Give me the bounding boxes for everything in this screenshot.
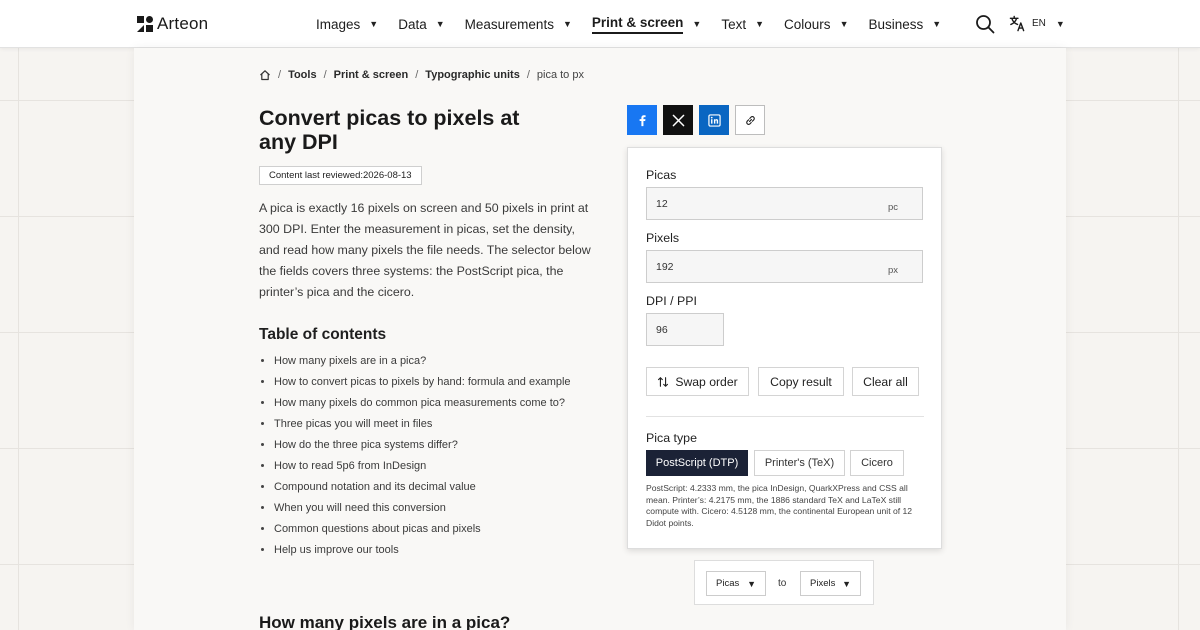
to-label: to: [778, 578, 787, 589]
linkedin-icon: [707, 113, 721, 127]
swap-order-button[interactable]: Swap order: [646, 367, 749, 396]
toc-item[interactable]: How to read 5p6 from InDesign: [259, 458, 571, 479]
share-x-button[interactable]: [663, 105, 693, 135]
share-linkedin-button[interactable]: [699, 105, 729, 135]
pixels-unit: px: [887, 265, 898, 276]
pica-type-printers[interactable]: Printer's (TeX): [754, 450, 845, 476]
copy-link-button[interactable]: [735, 105, 765, 135]
nav-item-text[interactable]: Text ▼: [721, 0, 764, 48]
dpi-value: 96: [656, 324, 668, 336]
picas-unit: pc: [887, 202, 898, 213]
pixels-input[interactable]: 192 px: [646, 250, 923, 283]
pica-type-postscript[interactable]: PostScript (DTP): [646, 450, 748, 476]
pica-type-note: PostScript: 4.2333 mm, the pica InDesign…: [646, 483, 913, 528]
swap-order-label: Swap order: [675, 374, 738, 389]
home-icon[interactable]: [259, 69, 271, 81]
nav-item-print-screen[interactable]: Print & screen ▼: [591, 0, 702, 48]
swap-vertical-icon: [658, 376, 669, 387]
facebook-icon: [639, 114, 646, 126]
reviewed-badge: Content last reviewed:2026-08-13: [259, 166, 422, 185]
toc-item[interactable]: Help us improve our tools: [259, 542, 571, 563]
arteon-logo-icon: [137, 16, 153, 32]
share-bar: [627, 105, 765, 135]
picas-value: 12: [656, 198, 668, 210]
clear-all-button[interactable]: Clear all: [852, 367, 919, 396]
to-unit-select[interactable]: Pixels ▼: [800, 571, 861, 596]
nav-label: Text: [721, 16, 747, 32]
toc-item[interactable]: How to convert picas to pixels by hand: …: [259, 374, 571, 395]
nav-item-colours[interactable]: Colours ▼: [784, 0, 848, 48]
nav-label: Colours: [784, 16, 831, 32]
caret-down-icon: ▼: [842, 579, 851, 589]
nav-label: Images: [316, 16, 361, 32]
toc-title: Table of contents: [259, 326, 387, 343]
x-icon: [672, 114, 684, 126]
caret-down-icon: ▼: [839, 19, 849, 29]
nav-label: Data: [398, 16, 427, 32]
card-divider: [646, 416, 924, 417]
caret-down-icon: ▼: [932, 19, 942, 29]
nav-item-images[interactable]: Images ▼: [316, 0, 378, 48]
search-icon[interactable]: [975, 14, 995, 34]
brand-logo[interactable]: Arteon: [137, 14, 208, 34]
dpi-input[interactable]: 96: [646, 313, 724, 346]
page-title: Convert picas to pixels at any DPI: [259, 106, 520, 154]
breadcrumb-typographic-units[interactable]: Typographic units: [425, 69, 520, 81]
pica-type-cicero[interactable]: Cicero: [850, 450, 904, 476]
breadcrumb-separator: /: [415, 69, 419, 81]
copy-result-label: Copy result: [770, 374, 832, 389]
nav-label: Business: [868, 16, 924, 32]
caret-down-icon: ▼: [435, 19, 445, 29]
toc-item[interactable]: How many pixels do common pica measureme…: [259, 395, 571, 416]
clear-all-label: Clear all: [863, 374, 908, 389]
pica-type-label: Pica type: [646, 431, 697, 445]
picas-label: Picas: [646, 168, 677, 182]
table-of-contents: How many pixels are in a pica? How to co…: [259, 353, 571, 563]
caret-down-icon: ▼: [755, 19, 765, 29]
breadcrumb-separator: /: [278, 69, 282, 81]
copy-result-button[interactable]: Copy result: [758, 367, 844, 396]
caret-down-icon: ▼: [562, 19, 572, 29]
translate-icon: [1009, 15, 1025, 32]
language-selector[interactable]: EN ▼: [1009, 15, 1065, 32]
toc-item[interactable]: Compound notation and its decimal value: [259, 479, 571, 500]
breadcrumb-separator: /: [526, 69, 530, 81]
converter-card: Picas 12 pc Pixels 192 px DPI / PPI 96 S…: [627, 147, 942, 549]
brand-name: Arteon: [157, 14, 209, 33]
breadcrumb: / Tools / Print & screen / Typographic u…: [259, 69, 584, 81]
from-unit-value: Picas: [716, 578, 740, 589]
nav-item-business[interactable]: Business ▼: [868, 0, 941, 48]
toc-item[interactable]: Three picas you will meet in files: [259, 416, 571, 437]
intro-paragraph: A pica is exactly 16 pixels on screen an…: [259, 201, 591, 299]
breadcrumb-tools[interactable]: Tools: [288, 69, 317, 81]
toc-item[interactable]: How do the three pica systems differ?: [259, 437, 571, 458]
caret-down-icon: ▼: [747, 579, 756, 589]
pixels-value: 192: [656, 261, 674, 273]
unit-selector-box: Picas ▼ to Pixels ▼: [694, 560, 874, 605]
pixels-label: Pixels: [646, 231, 680, 245]
breadcrumb-separator: /: [323, 69, 327, 81]
nav-label: Print & screen: [591, 15, 684, 34]
top-header: Arteon Images ▼ Data ▼ Measurements ▼ Print…: [0, 0, 1200, 48]
caret-down-icon: ▼: [369, 19, 379, 29]
share-facebook-button[interactable]: [627, 105, 657, 135]
toc-item[interactable]: How many pixels are in a pica?: [259, 353, 571, 374]
toc-item[interactable]: When you will need this conversion: [259, 500, 571, 521]
dpi-label: DPI / PPI: [646, 294, 697, 308]
breadcrumb-current: pica to px: [536, 69, 584, 81]
picas-input[interactable]: 12 pc: [646, 187, 923, 220]
language-code: EN: [1032, 18, 1046, 29]
main-nav: Images ▼ Data ▼ Measurements ▼ Print & scre…: [316, 0, 961, 48]
nav-item-measurements[interactable]: Measurements ▼: [465, 0, 572, 48]
from-unit-select[interactable]: Picas ▼: [706, 571, 766, 596]
caret-down-icon: ▼: [692, 19, 702, 29]
toc-item[interactable]: Common questions about picas and pixels: [259, 521, 571, 542]
nav-label: Measurements: [464, 16, 554, 32]
to-unit-value: Pixels: [810, 578, 836, 589]
link-icon: [745, 115, 755, 125]
nav-item-data[interactable]: Data ▼: [398, 0, 444, 48]
breadcrumb-print-screen[interactable]: Print & screen: [334, 69, 409, 81]
caret-down-icon: ▼: [1055, 18, 1065, 29]
section-heading: How many pixels are in a pica?: [259, 613, 511, 630]
